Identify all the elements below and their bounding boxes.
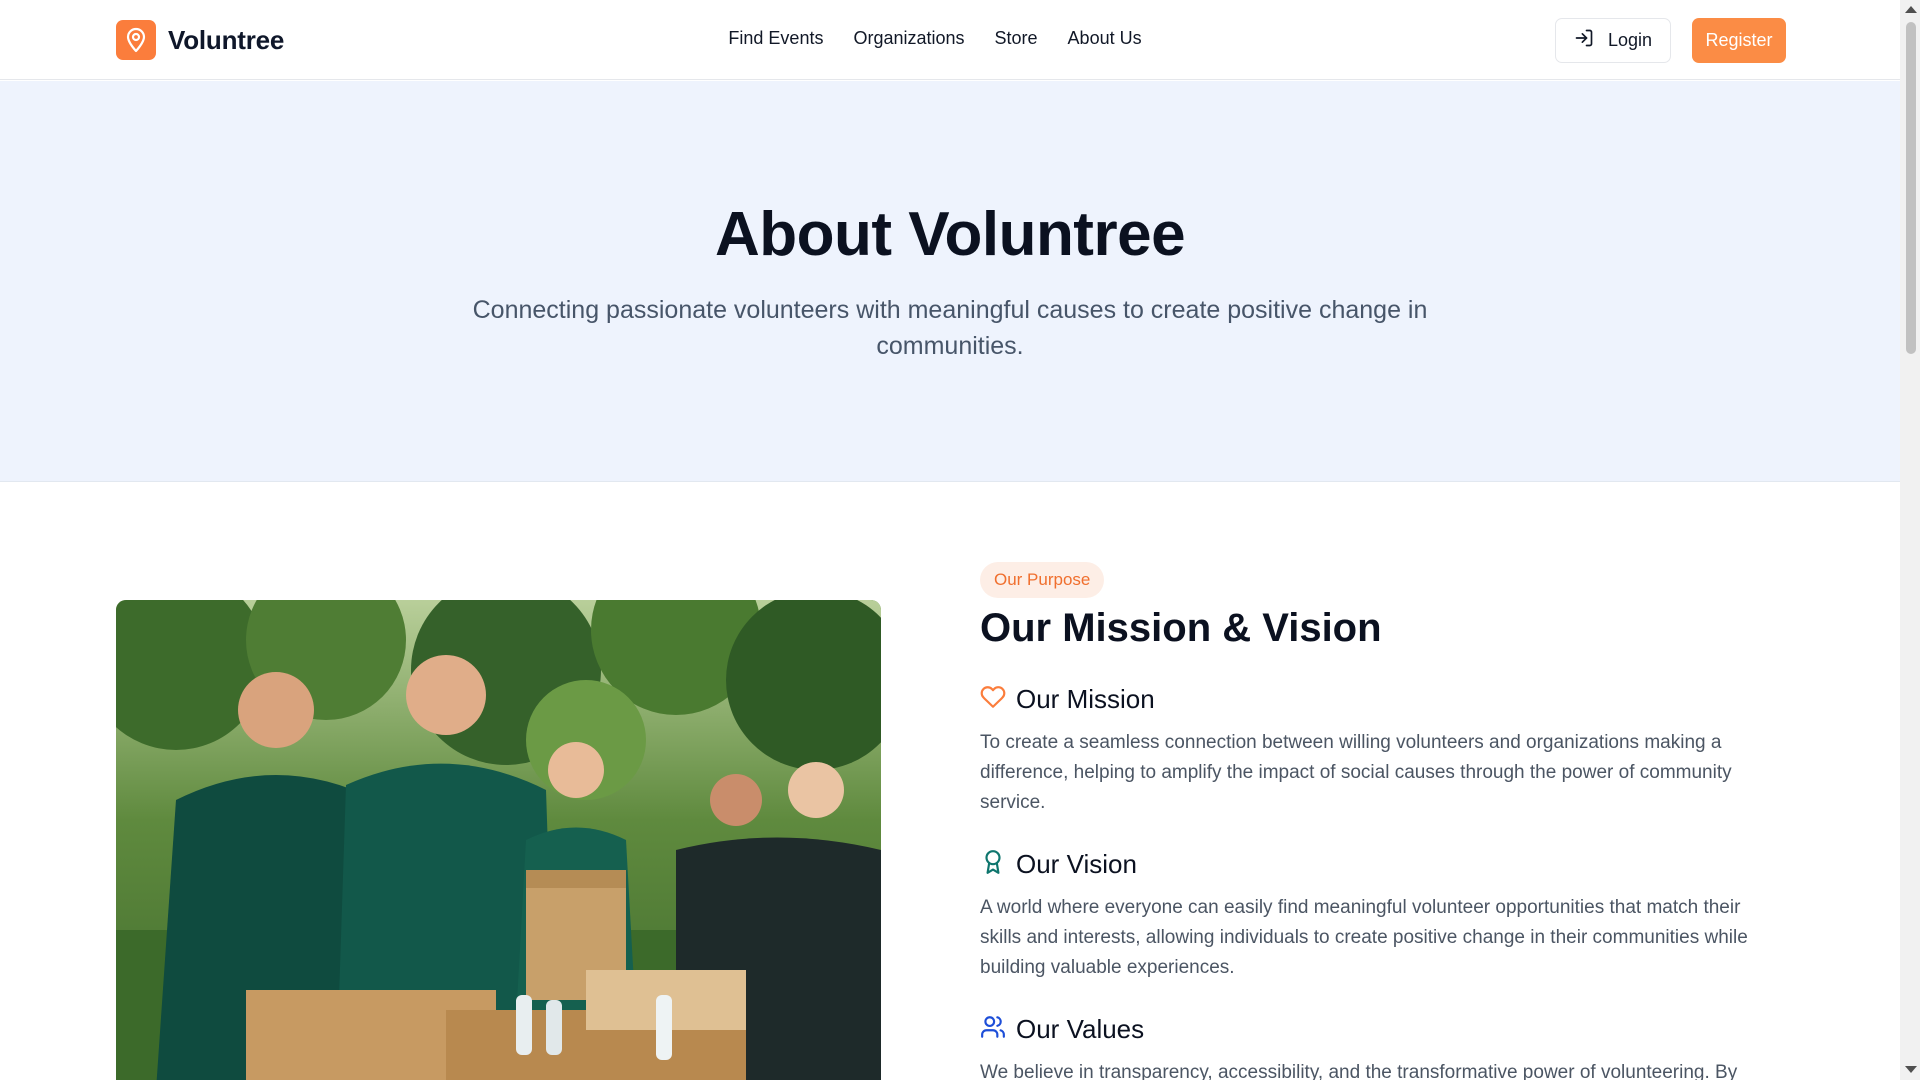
login-button[interactable]: Login xyxy=(1555,18,1671,63)
values-title: Our Values xyxy=(1016,1014,1145,1044)
mission-text: To create a seamless connection between … xyxy=(980,732,1732,813)
mission-heading: Our Mission xyxy=(980,684,1155,715)
nav-link-find-events[interactable]: Find Events xyxy=(728,28,823,49)
scrollbar-thumb[interactable] xyxy=(1906,22,1916,354)
users-icon xyxy=(980,1014,1006,1045)
login-label: Login xyxy=(1607,30,1653,50)
scroll-down-arrow-icon[interactable] xyxy=(1905,1066,1917,1073)
page-title: About Voluntree xyxy=(714,200,1186,269)
scroll-up-arrow-icon[interactable] xyxy=(1905,6,1917,13)
section-badge: Our Purpose xyxy=(980,562,1105,598)
nav-link-organizations[interactable]: Organizations xyxy=(853,28,964,49)
top-navigation-bar: Voluntree Find Events Organizations Stor… xyxy=(0,0,1900,80)
vision-heading: Our Vision xyxy=(980,849,1137,880)
vision-text: A world where everyone can easily find m… xyxy=(980,897,1748,978)
mission-title: Our Mission xyxy=(1016,684,1155,714)
heart-icon xyxy=(980,684,1006,715)
award-icon xyxy=(980,849,1006,880)
page-scrollbar[interactable] xyxy=(1900,0,1920,1080)
values-text: We believe in transparency, accessibilit… xyxy=(980,1062,1738,1080)
nav-link-store[interactable]: Store xyxy=(995,28,1038,49)
register-button[interactable]: Register xyxy=(1692,18,1786,63)
values-heading: Our Values xyxy=(980,1014,1144,1045)
vision-title: Our Vision xyxy=(1016,849,1137,879)
about-hero: About Voluntree Connecting passionate vo… xyxy=(0,81,1900,482)
nav-link-about-us[interactable]: About Us xyxy=(1068,28,1142,49)
login-icon xyxy=(1574,28,1594,53)
section-title: Our Mission & Vision xyxy=(980,606,1382,650)
volunteers-photo xyxy=(116,600,881,1080)
page-subtitle: Connecting passionate volunteers with me… xyxy=(472,296,1428,360)
